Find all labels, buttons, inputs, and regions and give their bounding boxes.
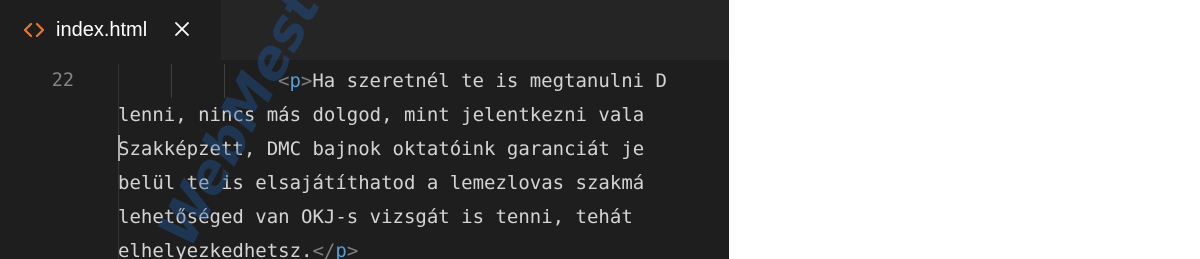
- tag-bracket: >: [300, 70, 313, 92]
- line-number: 22: [51, 70, 74, 91]
- tag-bracket: <: [278, 70, 290, 92]
- tab-label: index.html: [56, 19, 148, 41]
- tab-bar: index.html: [0, 0, 729, 60]
- code-line: lenni, nincs más dolgod, mint jelentkezn…: [118, 104, 645, 126]
- tag-name: p: [335, 240, 347, 259]
- code-line: belül te is elsajátíthatod a lemezlovas …: [118, 172, 645, 194]
- text-content: Szakképzett, DMC bajnok oktatóink garanc…: [118, 138, 645, 160]
- code-line-cursor: Szakképzett, DMC bajnok oktatóink garanc…: [118, 132, 729, 166]
- tag-bracket: >: [346, 240, 359, 259]
- close-icon[interactable]: [173, 20, 191, 38]
- tag-name: p: [289, 70, 301, 92]
- text-content: elhelyezkedhetsz.: [118, 240, 313, 259]
- code-brackets-icon: [24, 22, 44, 38]
- tab-index-html[interactable]: index.html: [0, 0, 221, 60]
- code-area[interactable]: <p>Ha szeretnél te is megtanulni D lenni…: [118, 64, 729, 259]
- code-line: lehetőséged van OKJ-s vizsgát is tenni, …: [118, 206, 645, 228]
- text-content: Ha szeretnél te is megtanulni D: [312, 70, 667, 92]
- code-line: <p>Ha szeretnél te is megtanulni D: [118, 64, 729, 98]
- text-cursor: [118, 134, 120, 161]
- code-line: elhelyezkedhetsz.</p>: [118, 234, 729, 259]
- tag-bracket: </: [312, 240, 336, 259]
- code-editor[interactable]: index.html 22 <p>Ha szeretnél te is megt…: [0, 0, 729, 259]
